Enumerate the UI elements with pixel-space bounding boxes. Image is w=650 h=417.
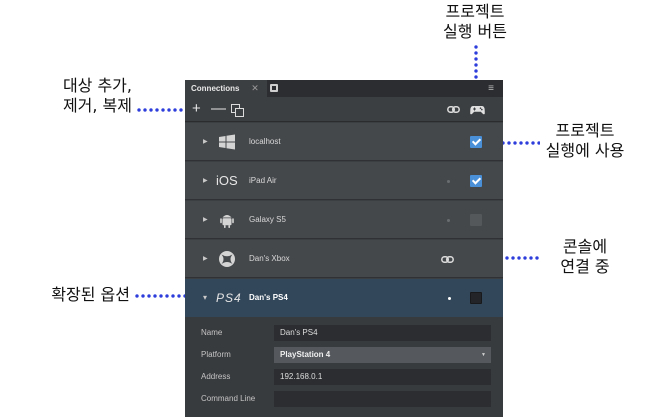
address-field[interactable]: 192.168.0.1 [274, 369, 491, 385]
callout-run-use-line1: 프로젝트 [555, 121, 615, 140]
name-label: Name [201, 328, 223, 337]
duplicate-icon[interactable] [231, 104, 244, 117]
target-row-galaxy[interactable]: ▶ Galaxy S5 [185, 201, 503, 239]
status-dot [447, 219, 450, 222]
tab-bar: Connections ✕ ≡ [185, 80, 503, 97]
connected-link-icon [441, 256, 454, 263]
callout-run-use-line2: 실행에 사용 [545, 141, 625, 160]
callout-expanded-leader [134, 294, 186, 298]
android-icon [220, 215, 234, 228]
link-icon[interactable] [447, 106, 460, 113]
chevron-down-icon: ▼ [481, 352, 486, 358]
target-row-localhost[interactable]: ▶ localhost [185, 123, 503, 161]
target-row-ipad[interactable]: ▶ iOS iPad Air [185, 162, 503, 200]
expand-chevron-icon[interactable]: ▶ [203, 240, 208, 278]
callout-add-remove-line2: 제거, 복제 [62, 96, 132, 115]
callout-connecting-line1: 콘솔에 [562, 237, 608, 256]
remove-target-button[interactable]: — [211, 99, 226, 119]
expanded-options: Name Dan's PS4 Platform PlayStation 4 ▼ … [185, 317, 503, 417]
menu-icon[interactable]: ≡ [483, 80, 499, 97]
run-checkbox[interactable] [470, 175, 482, 187]
callout-run-button-line1: 프로젝트 [445, 2, 505, 21]
callout-add-remove-leader [136, 108, 186, 112]
command-line-label: Command Line [201, 394, 256, 403]
name-field[interactable]: Dan's PS4 [274, 325, 491, 341]
target-label: Galaxy S5 [249, 215, 286, 224]
run-checkbox[interactable] [470, 136, 482, 148]
tab-connections-label: Connections [191, 84, 240, 93]
run-checkbox[interactable] [470, 292, 482, 304]
status-dot [447, 180, 450, 183]
windows-icon [219, 134, 235, 150]
platform-select-value: PlayStation 4 [280, 350, 331, 359]
target-row-xbox[interactable]: ▶ Dan's Xbox [185, 240, 503, 278]
callout-run-button-line2: 실행 버튼 [443, 22, 507, 41]
callout-add-remove: 대상 추가, 제거, 복제 [20, 76, 132, 116]
target-row-ps4[interactable]: ▾ PS4 Dan's PS4 [185, 279, 503, 317]
ps4-icon: PS4 [216, 291, 242, 305]
command-line-field[interactable] [274, 391, 491, 407]
callout-connecting-line2: 연결 중 [560, 257, 610, 276]
gamepad-icon[interactable] [470, 105, 485, 115]
callout-run-use: 프로젝트 실행에 사용 [530, 121, 640, 161]
callout-run-button: 프로젝트 실행 버튼 [425, 2, 525, 42]
xbox-icon [219, 251, 235, 267]
platform-label: Platform [201, 350, 231, 359]
expand-chevron-icon[interactable]: ▶ [203, 201, 208, 239]
close-icon[interactable]: ✕ [249, 80, 261, 97]
target-label: localhost [249, 137, 281, 146]
ios-icon: iOS [216, 173, 238, 188]
collapse-chevron-icon[interactable]: ▾ [203, 279, 207, 317]
new-tab-icon[interactable] [270, 84, 278, 92]
target-label: Dan's PS4 [249, 293, 288, 302]
run-checkbox[interactable] [470, 214, 482, 226]
add-target-button[interactable]: + [192, 99, 201, 119]
status-dot [448, 297, 451, 300]
target-label: iPad Air [249, 176, 277, 185]
platform-select[interactable]: PlayStation 4 ▼ [274, 347, 491, 363]
callout-expanded-text: 확장된 옵션 [51, 285, 130, 304]
connections-panel: Connections ✕ ≡ + — ▶ localhost ▶ iOS iP… [185, 80, 503, 417]
address-label: Address [201, 372, 231, 381]
target-label: Dan's Xbox [249, 254, 290, 263]
callout-add-remove-line1: 대상 추가, [62, 76, 132, 95]
expand-chevron-icon[interactable]: ▶ [203, 162, 208, 200]
toolbar: + — [185, 97, 503, 122]
callout-expanded: 확장된 옵션 [20, 285, 130, 305]
callout-connecting: 콘솔에 연결 중 [540, 237, 630, 277]
expand-chevron-icon[interactable]: ▶ [203, 123, 208, 161]
